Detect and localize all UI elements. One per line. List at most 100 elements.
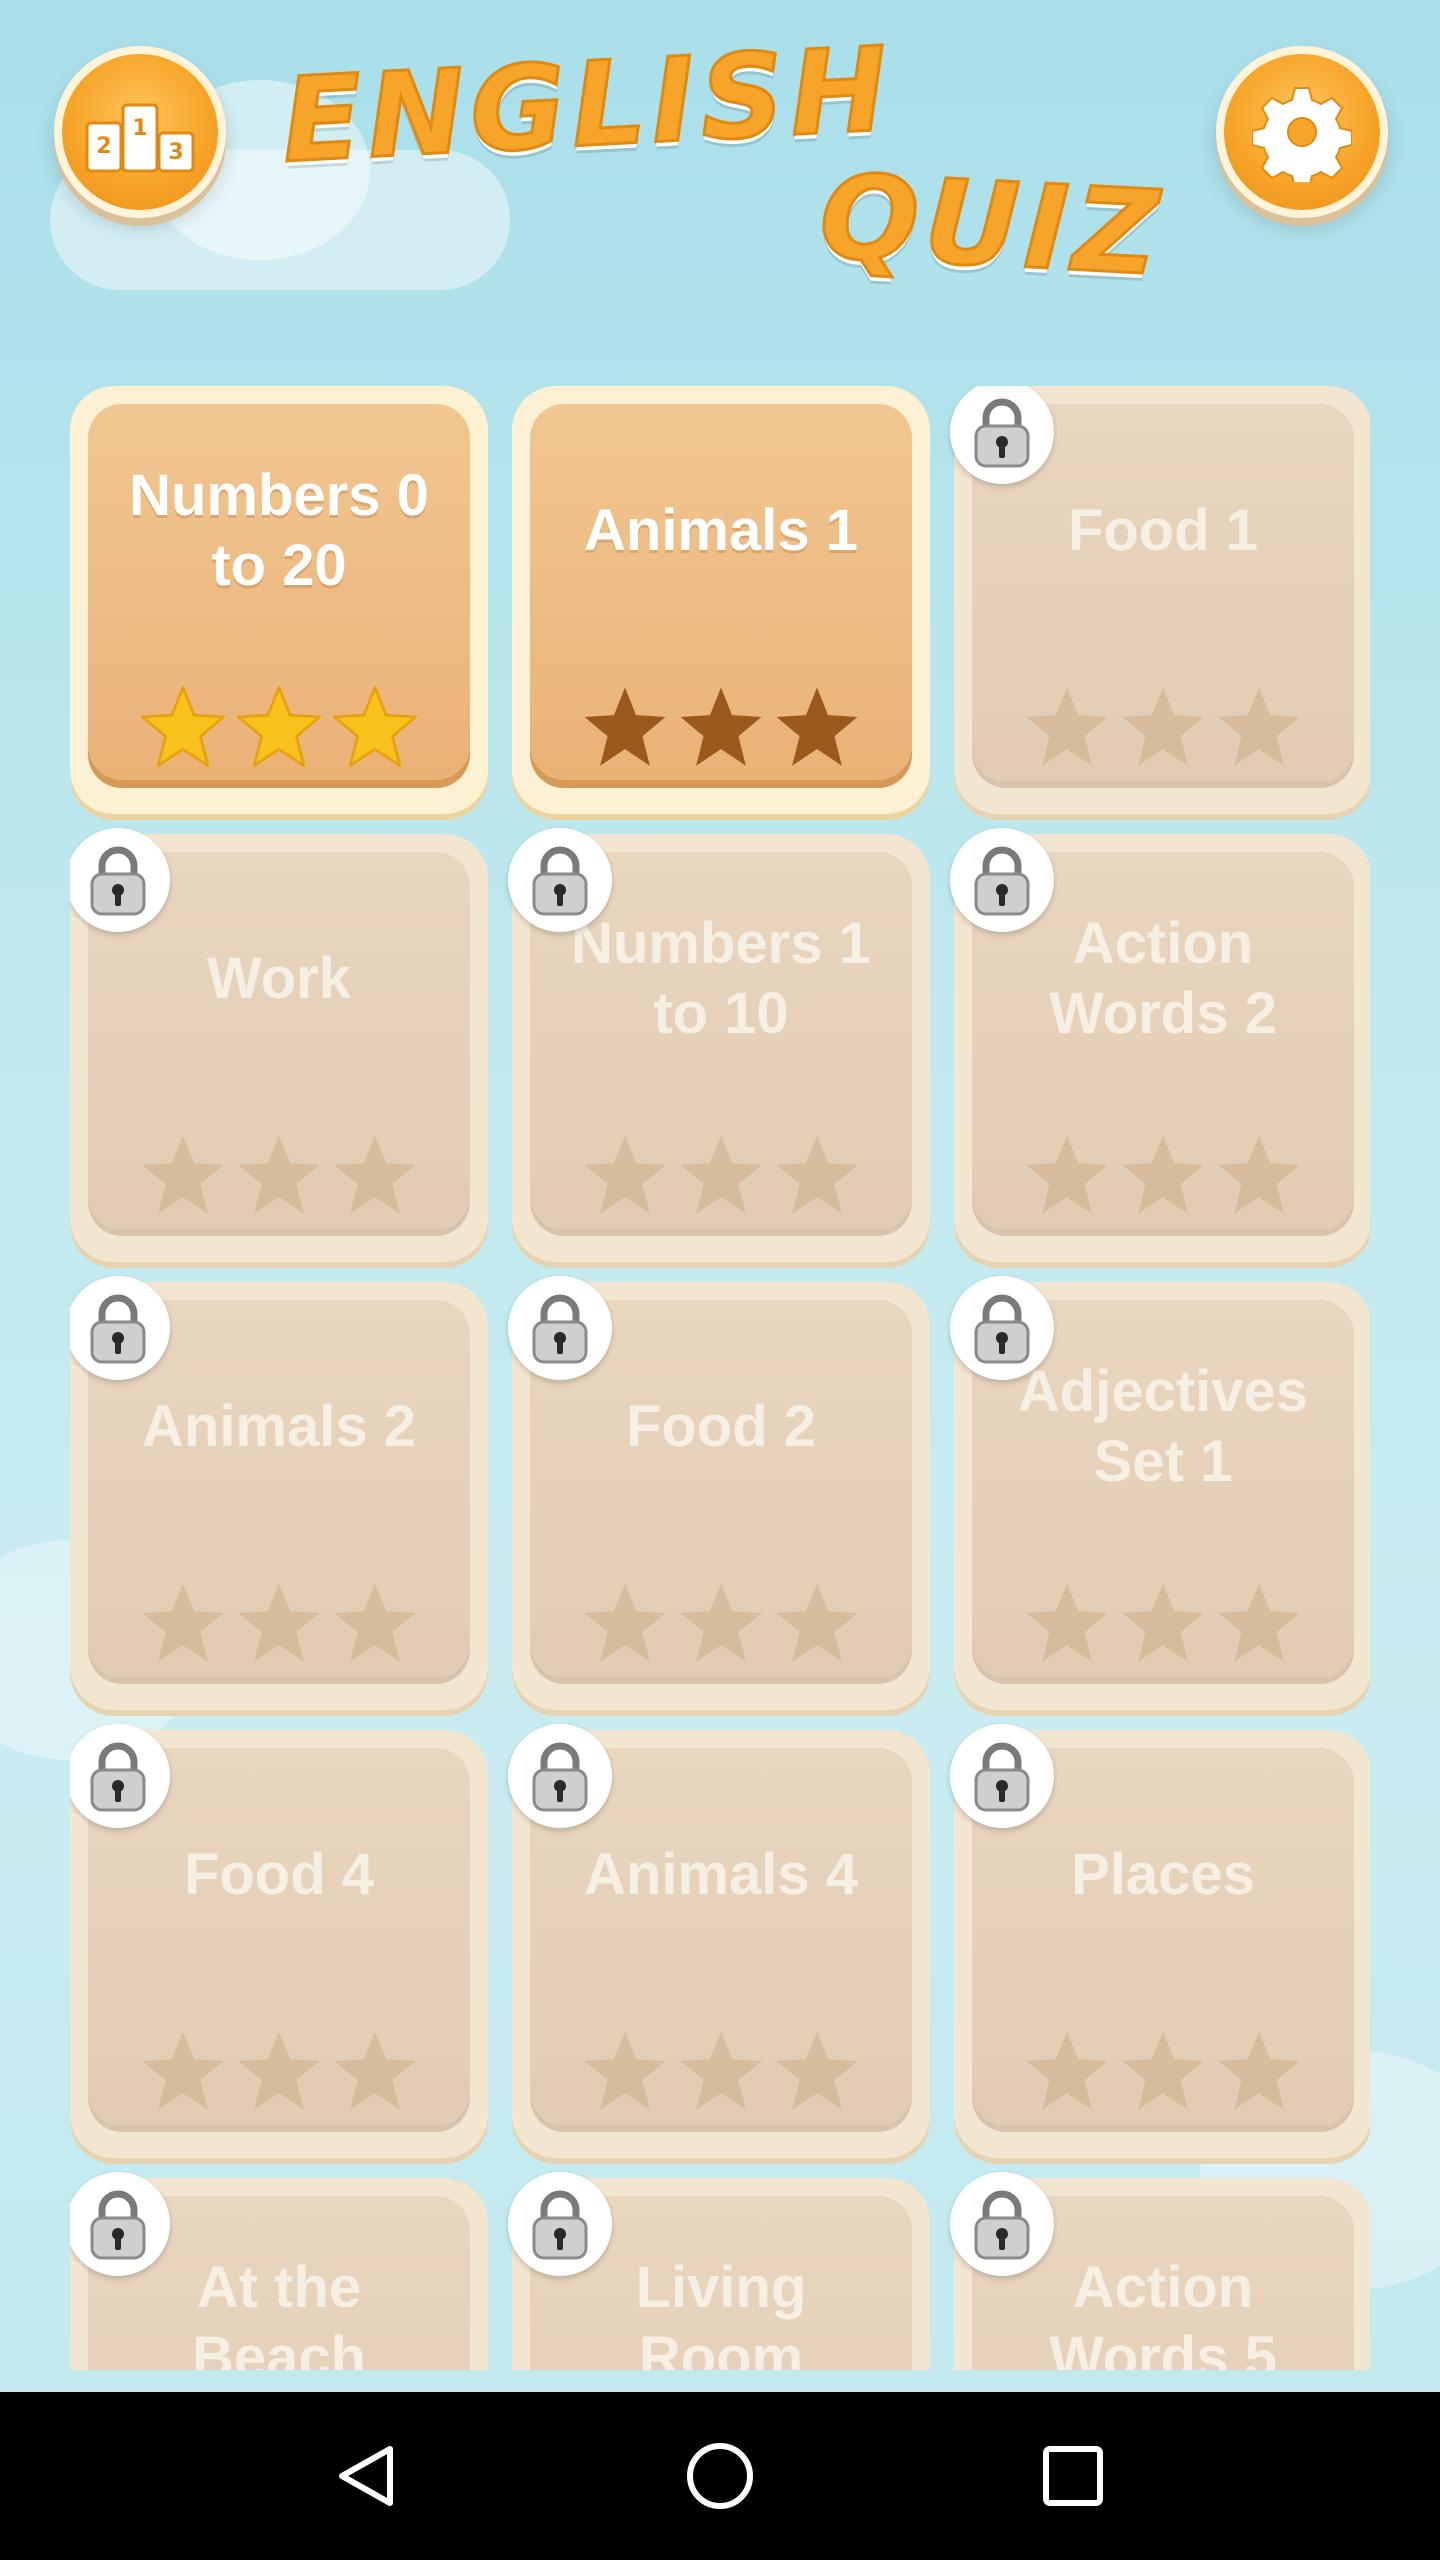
- star-icon: [334, 1135, 416, 1214]
- level-stars: [954, 682, 1370, 778]
- level-name: At the Beach: [191, 2255, 367, 2370]
- star-icon: [334, 2031, 416, 2110]
- level-card[interactable]: Animals 1: [512, 386, 930, 814]
- star-icon: [238, 2031, 320, 2110]
- level-stars: [512, 682, 930, 778]
- level-name: Food 1: [1067, 498, 1259, 563]
- padlock-icon: [508, 1724, 612, 1828]
- level-card[interactable]: Places: [950, 1724, 1370, 2158]
- svg-text:2: 2: [96, 134, 111, 159]
- level-stars: [70, 2026, 488, 2122]
- level-stars: [70, 1578, 488, 1674]
- star-icon: [238, 1583, 320, 1662]
- level-name: Food 4: [183, 1842, 375, 1907]
- level-card[interactable]: Numbers 1 to 10: [508, 828, 930, 1262]
- level-name: Living Room: [635, 2255, 807, 2370]
- recents-button[interactable]: [1018, 2421, 1128, 2531]
- settings-button[interactable]: [1216, 46, 1388, 218]
- star-icon: [680, 1583, 762, 1662]
- level-card[interactable]: Action Words 2: [950, 828, 1370, 1262]
- star-icon: [584, 1135, 666, 1214]
- star-icon: [680, 2031, 762, 2110]
- star-icon: [1122, 1583, 1204, 1662]
- star-icon: [776, 1135, 858, 1214]
- padlock-icon: [70, 1276, 170, 1380]
- star-icon: [142, 1135, 224, 1214]
- padlock-icon: [950, 2172, 1054, 2276]
- star-icon: [1122, 2031, 1204, 2110]
- star-icon: [1026, 687, 1108, 766]
- padlock-icon: [70, 1724, 170, 1828]
- back-button[interactable]: [312, 2421, 422, 2531]
- star-icon: [680, 687, 762, 766]
- level-name: Action Words 2: [1049, 911, 1277, 1046]
- star-icon: [237, 686, 321, 768]
- star-icon: [1122, 1135, 1204, 1214]
- star-icon: [141, 686, 225, 768]
- level-card[interactable]: Food 4: [70, 1724, 488, 2158]
- level-name: Adjectives Set 1: [1017, 1359, 1309, 1494]
- star-icon: [584, 687, 666, 766]
- padlock-icon: [70, 828, 170, 932]
- level-name: Numbers 1 to 10: [571, 911, 871, 1046]
- star-icon: [776, 2031, 858, 2110]
- star-icon: [1026, 2031, 1108, 2110]
- recents-square-icon: [1043, 2446, 1104, 2506]
- level-name: Animals 4: [584, 1842, 858, 1907]
- star-icon: [1218, 1135, 1300, 1214]
- gear-icon: [1252, 87, 1352, 182]
- level-stars: [70, 1130, 488, 1226]
- star-icon: [680, 1135, 762, 1214]
- level-name: Food 2: [625, 1394, 817, 1459]
- level-card[interactable]: Numbers 0 to 20: [70, 386, 488, 814]
- level-name: Numbers 0 to 20: [129, 463, 429, 598]
- star-icon: [334, 1583, 416, 1662]
- home-circle-icon: [686, 2443, 753, 2509]
- level-name: Work: [207, 946, 351, 1011]
- level-stars: [954, 2026, 1370, 2122]
- level-card[interactable]: Food 2: [508, 1276, 930, 1710]
- svg-text:3: 3: [168, 140, 183, 165]
- level-stars: [954, 1578, 1370, 1674]
- level-card[interactable]: At the Beach: [70, 2172, 488, 2370]
- level-name: Animals 1: [584, 498, 858, 563]
- leaderboard-button[interactable]: 2 1 3: [54, 46, 226, 218]
- level-card[interactable]: Food 1: [950, 386, 1370, 814]
- system-navigation-bar: [0, 2392, 1440, 2560]
- level-card[interactable]: Work: [70, 828, 488, 1262]
- back-triangle-icon: [338, 2446, 393, 2506]
- app-title-line-2: QUIZ: [815, 148, 1169, 304]
- svg-text:1: 1: [132, 116, 147, 141]
- podium-icon: 2 1 3: [85, 103, 195, 173]
- star-icon: [142, 2031, 224, 2110]
- level-name: Animals 2: [142, 1394, 416, 1459]
- level-card[interactable]: Animals 2: [70, 1276, 488, 1710]
- padlock-icon: [508, 828, 612, 932]
- padlock-icon: [950, 386, 1054, 484]
- star-icon: [1122, 687, 1204, 766]
- padlock-icon: [950, 828, 1054, 932]
- level-card[interactable]: Action Words 5: [950, 2172, 1370, 2370]
- star-icon: [776, 687, 858, 766]
- star-icon: [1218, 687, 1300, 766]
- level-grid: Numbers 0 to 20 Animals 1 Food 1 Work Number…: [70, 386, 1370, 2370]
- star-icon: [776, 1583, 858, 1662]
- star-icon: [1218, 2031, 1300, 2110]
- level-stars: [70, 682, 488, 778]
- star-icon: [1026, 1135, 1108, 1214]
- level-stars: [954, 1130, 1370, 1226]
- app-screen: 2 1 3 ENGLISH QUIZ Numbers 0 to 20 Animal…: [0, 0, 1440, 2392]
- level-card[interactable]: Animals 4: [508, 1724, 930, 2158]
- star-icon: [1026, 1583, 1108, 1662]
- padlock-icon: [950, 1276, 1054, 1380]
- app-title-line-1: ENGLISH: [277, 21, 897, 191]
- home-button[interactable]: [665, 2421, 775, 2531]
- star-icon: [1218, 1583, 1300, 1662]
- star-icon: [333, 686, 417, 768]
- level-stars: [512, 1578, 930, 1674]
- level-card[interactable]: Living Room: [508, 2172, 930, 2370]
- level-card[interactable]: Adjectives Set 1: [950, 1276, 1370, 1710]
- level-name: Places: [1071, 1842, 1255, 1907]
- star-icon: [238, 1135, 320, 1214]
- star-icon: [142, 1583, 224, 1662]
